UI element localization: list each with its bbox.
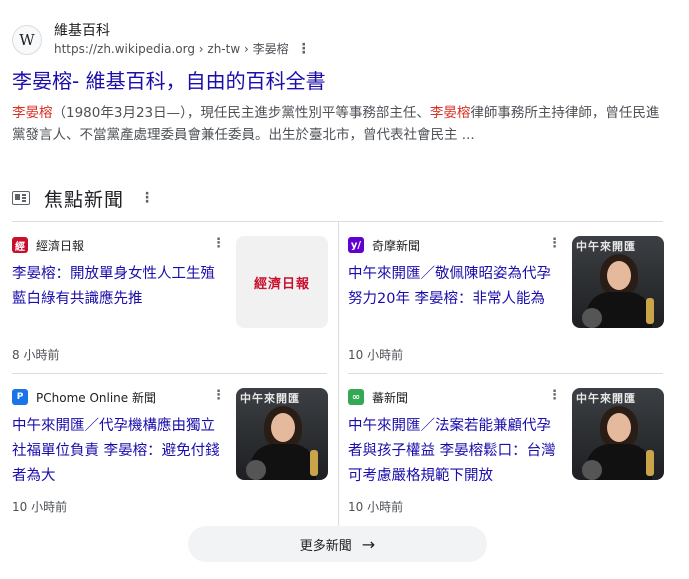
card-more-options-icon[interactable]: ⋮ xyxy=(212,236,225,251)
publisher-logo-icon: P xyxy=(12,389,28,405)
news-publisher: P PChome Online 新聞 xyxy=(12,389,156,405)
result-snippet: 李晏榕（1980年3月23日—），現任民主進步黨性別平等事務部主任、李晏榕律師事… xyxy=(12,102,672,146)
news-publisher: y/ 奇摩新聞 xyxy=(348,237,420,253)
card-more-options-icon[interactable]: ⋮ xyxy=(548,388,561,403)
divider xyxy=(338,222,339,526)
arrow-right-icon: → xyxy=(361,534,376,554)
news-time: 10 小時前 xyxy=(348,500,404,514)
top-stories-header: 焦點新聞 ⋮ xyxy=(12,184,154,212)
news-card[interactable]: y/ 奇摩新聞 ⋮ 中午來開匯／敬佩陳昭姿為代孕努力20年 李晏榕：非常人能為 … xyxy=(348,222,664,372)
news-headline[interactable]: 中午來開匯／法案若能兼顧代孕者與孩子權益 李晏榕鬆口：台灣可考慮嚴格規範下開放 xyxy=(348,414,563,489)
thumbnail-background-text: 中午來開匯 xyxy=(576,392,636,405)
news-card[interactable]: P PChome Online 新聞 ⋮ 中午來開匯／代孕機構應由獨立社福單位負… xyxy=(12,374,328,524)
news-card[interactable]: ∞ 蕃新聞 ⋮ 中午來開匯／法案若能兼顧代孕者與孩子權益 李晏榕鬆口：台灣可考慮… xyxy=(348,374,664,524)
result-source[interactable]: W 維基百科 https://zh.wikipedia.org › zh-tw … xyxy=(12,20,672,60)
snippet-highlight: 李晏榕 xyxy=(429,105,471,121)
news-time: 10 小時前 xyxy=(12,500,68,514)
wikipedia-favicon-icon: W xyxy=(12,25,42,55)
news-thumbnail[interactable]: 經濟日報 xyxy=(236,236,328,328)
search-result-wikipedia: W 維基百科 https://zh.wikipedia.org › zh-tw … xyxy=(12,20,672,146)
publisher-logo-icon: 經 xyxy=(12,237,28,253)
news-headline[interactable]: 中午來開匯／代孕機構應由獨立社福單位負責 李晏榕：避免付錢者為大 xyxy=(12,414,227,489)
thumbnail-background-text: 中午來開匯 xyxy=(576,240,636,253)
publisher-logo-icon: ∞ xyxy=(348,389,364,405)
result-url: https://zh.wikipedia.org › zh-tw › 李晏榕 xyxy=(54,42,289,56)
publisher-name: 奇摩新聞 xyxy=(372,238,421,253)
more-news-label: 更多新聞 xyxy=(299,538,352,554)
newspaper-icon xyxy=(12,191,30,205)
top-stories-more-icon[interactable]: ⋮ xyxy=(140,190,154,206)
thumbnail-logo-text: 經濟日報 xyxy=(253,276,310,292)
news-time: 10 小時前 xyxy=(348,348,404,362)
card-more-options-icon[interactable]: ⋮ xyxy=(212,388,225,403)
news-publisher: ∞ 蕃新聞 xyxy=(348,389,408,405)
news-headline[interactable]: 中午來開匯／敬佩陳昭姿為代孕努力20年 李晏榕：非常人能為 xyxy=(348,262,563,312)
news-publisher: 經 經濟日報 xyxy=(12,237,84,253)
news-card[interactable]: 經 經濟日報 ⋮ 李晏榕：開放單身女性人工生殖 藍白綠有共識應先推 8 小時前 … xyxy=(12,222,328,372)
snippet-highlight: 李晏榕 xyxy=(12,105,53,121)
news-thumbnail[interactable]: 中午來開匯 xyxy=(236,388,328,480)
snippet-text: （1980年3月23日—），現任民主進步黨性別平等事務部主任、 xyxy=(52,105,430,121)
result-site-name: 維基百科 xyxy=(54,23,110,39)
publisher-name: 蕃新聞 xyxy=(372,390,409,405)
news-thumbnail[interactable]: 中午來開匯 xyxy=(572,388,664,480)
card-more-options-icon[interactable]: ⋮ xyxy=(548,236,561,251)
news-time: 8 小時前 xyxy=(12,348,60,362)
publisher-name: PChome Online 新聞 xyxy=(36,390,156,405)
news-headline[interactable]: 李晏榕：開放單身女性人工生殖 藍白綠有共識應先推 xyxy=(12,262,227,312)
result-title-link[interactable]: 李晏榕- 維基百科，自由的百科全書 xyxy=(12,68,672,94)
publisher-logo-icon: y/ xyxy=(348,237,364,253)
top-stories-title: 焦點新聞 xyxy=(44,188,125,211)
more-news-button[interactable]: 更多新聞 → xyxy=(188,526,487,562)
thumbnail-background-text: 中午來開匯 xyxy=(240,392,300,405)
news-thumbnail[interactable]: 中午來開匯 xyxy=(572,236,664,328)
publisher-name: 經濟日報 xyxy=(36,238,85,253)
result-more-options-icon[interactable]: ⋮ xyxy=(297,40,311,58)
